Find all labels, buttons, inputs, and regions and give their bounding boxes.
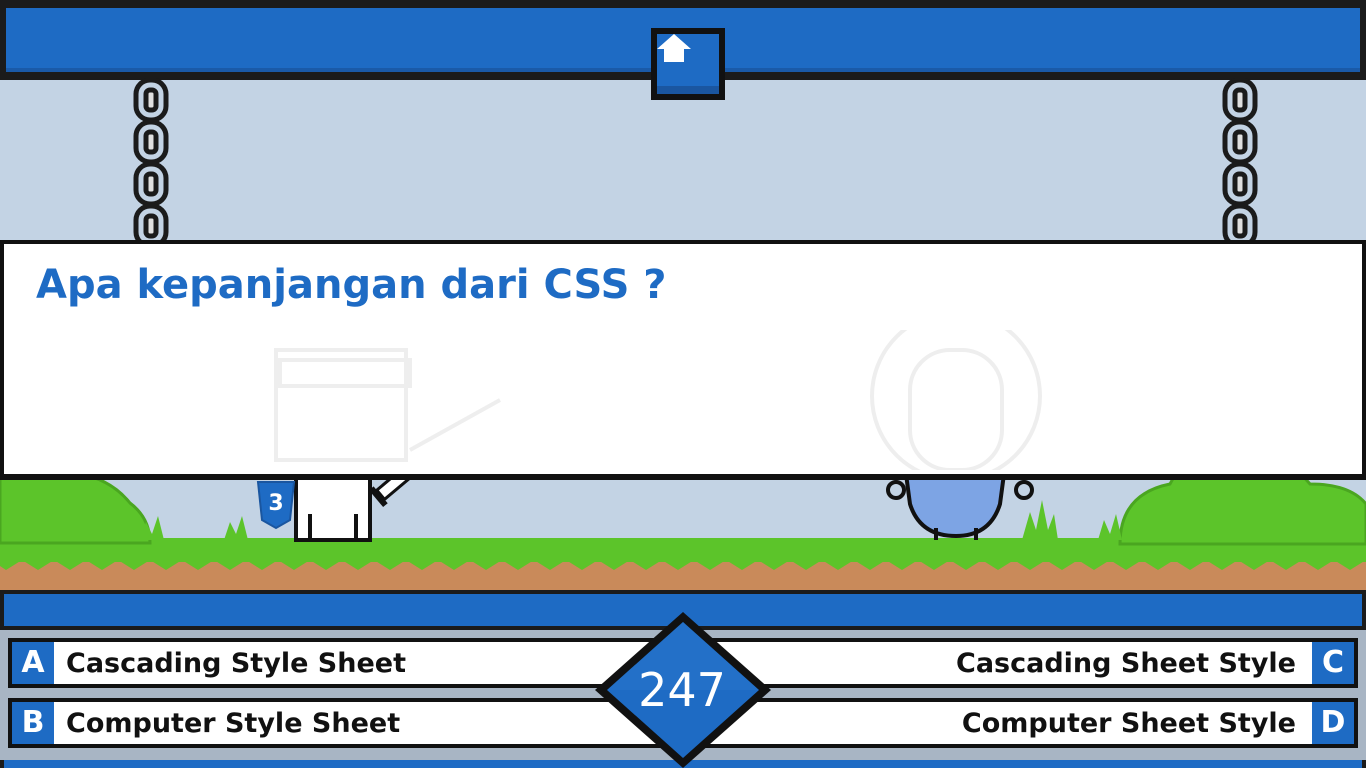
question-text: Apa kepanjangan dari CSS ? [36,262,667,308]
answer-b-button[interactable]: B Computer Style Sheet [8,698,684,748]
player-character: 3 [256,474,430,542]
faded-characters-watermark [274,330,1042,470]
answer-d-text: Computer Sheet Style [961,708,1296,739]
grass-tuft [224,516,248,540]
svg-text:3: 3 [268,491,283,516]
grass-zigzag [0,556,1366,570]
answer-b-text: Computer Style Sheet [66,708,401,739]
answer-d-button[interactable]: D Computer Sheet Style [682,698,1358,748]
answer-c-text: Cascading Sheet Style [956,648,1296,679]
answer-c-button[interactable]: C Cascading Sheet Style [682,638,1358,688]
home-button[interactable] [657,34,719,94]
enemy-character [886,474,1034,540]
answer-d-letter: D [1312,702,1354,744]
grass-tuft [140,516,164,540]
grass-tuft [1098,514,1122,540]
home-icon [657,34,691,62]
score-value: 247 [638,663,726,717]
answer-a-text: Cascading Style Sheet [66,648,406,679]
answer-c-letter: C [1312,642,1354,684]
answer-a-letter: A [12,642,54,684]
answer-a-button[interactable]: A Cascading Style Sheet [8,638,684,688]
answer-b-letter: B [12,702,54,744]
grass-tuft [1022,500,1058,540]
